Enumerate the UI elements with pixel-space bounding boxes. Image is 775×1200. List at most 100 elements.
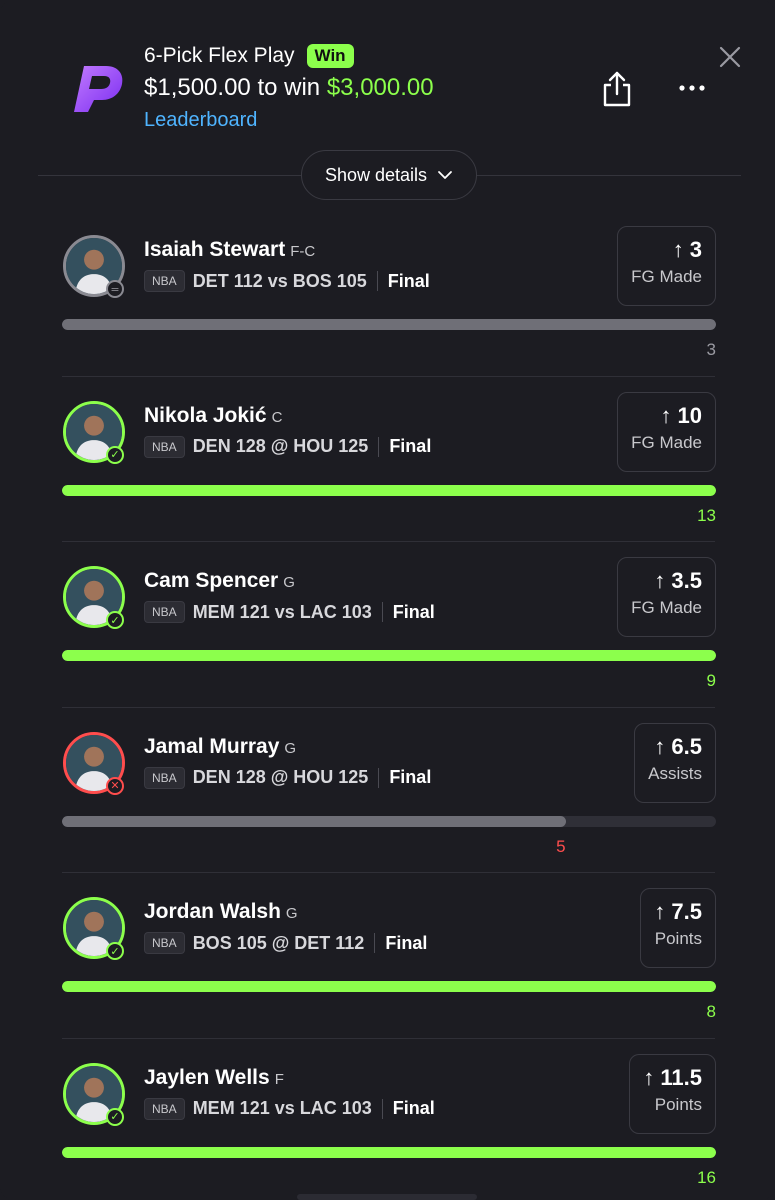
chevron-down-icon — [438, 171, 452, 179]
separator — [378, 767, 380, 788]
pick-divider — [62, 706, 715, 708]
game-info: NBA DEN 128 @ HOU 125 Final — [144, 766, 432, 789]
close-icon[interactable] — [715, 42, 745, 72]
payout-amount: $3,000.00 — [326, 74, 434, 101]
projection-box: ↑ 6.5 Assists — [634, 722, 716, 803]
progress-track — [62, 484, 716, 496]
separator — [381, 1098, 383, 1119]
pick-status-icon: ✓ — [106, 1107, 124, 1126]
projection-value: 6.5 — [671, 733, 702, 759]
separator — [381, 602, 383, 623]
player-position: F — [274, 1070, 284, 1088]
share-icon[interactable] — [600, 70, 634, 108]
scroll-handle — [297, 1194, 477, 1200]
league-tag: NBA — [144, 435, 185, 458]
game-info: NBA DEN 128 @ HOU 125 Final — [144, 435, 432, 458]
game-info: NBA DET 112 vs BOS 105 Final — [144, 270, 430, 292]
matchup-score: DEN 128 @ HOU 125 — [192, 767, 369, 788]
matchup-score: MEM 121 vs LAC 103 — [192, 1098, 372, 1119]
game-status: Final — [392, 1098, 435, 1119]
actual-value: 8 — [706, 1002, 716, 1022]
show-details-label: Show details — [324, 164, 428, 185]
game-status: Final — [385, 932, 428, 953]
pick-row[interactable]: ✓ Jaylen Wells F NBA MEM 121 vs LAC 103 F… — [0, 1037, 775, 1200]
player-name: Isaiah Stewart F-C — [144, 238, 315, 262]
separator — [374, 933, 376, 954]
progress-fill — [62, 484, 716, 496]
player-position: G — [285, 905, 298, 923]
pick-row[interactable]: ✕ Jamal Murray G NBA DEN 128 @ HOU 125 Fi… — [0, 706, 775, 873]
pick-status-icon: ✕ — [106, 776, 124, 795]
player-name: Jamal Murray G — [144, 735, 296, 759]
pick-row[interactable]: ✓ Jordan Walsh G NBA BOS 105 @ DET 112 Fi… — [0, 872, 775, 1038]
actual-value: 9 — [706, 671, 716, 691]
matchup-score: BOS 105 @ DET 112 — [192, 932, 365, 953]
progress-track — [62, 815, 716, 827]
projection-line: ↑ 6.5 — [648, 734, 702, 760]
progress-fill — [62, 815, 566, 827]
pick-row[interactable]: ✓ Nikola Jokić C NBA DEN 128 @ HOU 125 Fi… — [0, 375, 775, 542]
leaderboard-link[interactable]: Leaderboard — [144, 109, 257, 132]
progress-track — [62, 650, 716, 662]
prizepicks-logo-icon — [74, 66, 123, 112]
player-position: F-C — [290, 243, 316, 260]
progress-fill — [62, 319, 716, 330]
progress-fill — [62, 1146, 716, 1158]
play-title: 6-Pick Flex Play — [144, 44, 295, 67]
stat-type: Points — [654, 929, 702, 949]
pick-divider — [62, 1037, 715, 1039]
pick-status-icon: ✓ — [106, 942, 124, 961]
bet-header: 6-Pick Flex Play Win $1,500.00 to win $3… — [0, 0, 775, 200]
stat-type: Points — [654, 1094, 702, 1114]
to-win-text: to win — [257, 74, 321, 101]
arrow-up-icon: ↑ — [654, 899, 666, 925]
player-position: G — [284, 739, 297, 757]
projection-line: ↑ 11.5 — [643, 1065, 702, 1091]
pick-row[interactable]: = Isaiah Stewart F-C NBA DET 112 vs BOS 1… — [0, 210, 775, 376]
progress-fill — [62, 981, 716, 993]
projection-value: 3 — [689, 237, 702, 262]
stake-line: $1,500.00 to win $3,000.00 — [144, 74, 434, 102]
game-info: NBA BOS 105 @ DET 112 Final — [144, 932, 428, 955]
arrow-up-icon: ↑ — [643, 1064, 655, 1090]
more-options-icon[interactable] — [675, 78, 709, 98]
pick-divider — [62, 375, 715, 377]
actual-value: 16 — [697, 1167, 716, 1187]
projection-box: ↑ 3 FG Made — [617, 226, 716, 306]
game-status: Final — [389, 767, 432, 788]
actual-value: 13 — [697, 505, 716, 525]
player-name: Cam Spencer G — [144, 569, 295, 593]
pick-status-icon: ✓ — [106, 611, 124, 630]
matchup-score: DET 112 vs BOS 105 — [192, 270, 367, 291]
projection-box: ↑ 3.5 FG Made — [617, 557, 716, 638]
pick-divider — [62, 872, 715, 874]
projection-value: 10 — [677, 402, 702, 428]
arrow-up-icon: ↑ — [672, 237, 684, 262]
stat-type: FG Made — [631, 432, 702, 452]
projection-value: 7.5 — [671, 899, 702, 925]
separator — [376, 271, 378, 291]
bet-detail-sheet: 6-Pick Flex Play Win $1,500.00 to win $3… — [0, 0, 775, 1200]
projection-line: ↑ 10 — [631, 403, 702, 429]
result-badge: Win — [306, 44, 354, 68]
player-name: Nikola Jokić C — [144, 404, 282, 428]
game-status: Final — [387, 270, 430, 291]
player-name-text: Nikola Jokić — [144, 403, 267, 427]
league-tag: NBA — [144, 270, 185, 292]
projection-box: ↑ 10 FG Made — [617, 391, 716, 472]
pick-row[interactable]: ✓ Cam Spencer G NBA MEM 121 vs LAC 103 Fi… — [0, 541, 775, 707]
show-details-button[interactable]: Show details — [301, 150, 477, 200]
arrow-up-icon: ↑ — [660, 402, 672, 428]
stat-type: Assists — [648, 763, 702, 783]
actual-value: 3 — [706, 340, 716, 359]
picks-list: = Isaiah Stewart F-C NBA DET 112 vs BOS 1… — [0, 210, 775, 1200]
game-status: Final — [389, 436, 432, 457]
player-name: Jaylen Wells F — [144, 1066, 284, 1090]
progress-track — [62, 1146, 716, 1158]
matchup-score: MEM 121 vs LAC 103 — [192, 601, 372, 622]
pick-status-icon: ✓ — [106, 445, 124, 464]
league-tag: NBA — [144, 766, 185, 789]
progress-fill — [62, 650, 716, 662]
player-name-text: Jaylen Wells — [144, 1065, 270, 1089]
projection-line: ↑ 7.5 — [654, 899, 702, 925]
